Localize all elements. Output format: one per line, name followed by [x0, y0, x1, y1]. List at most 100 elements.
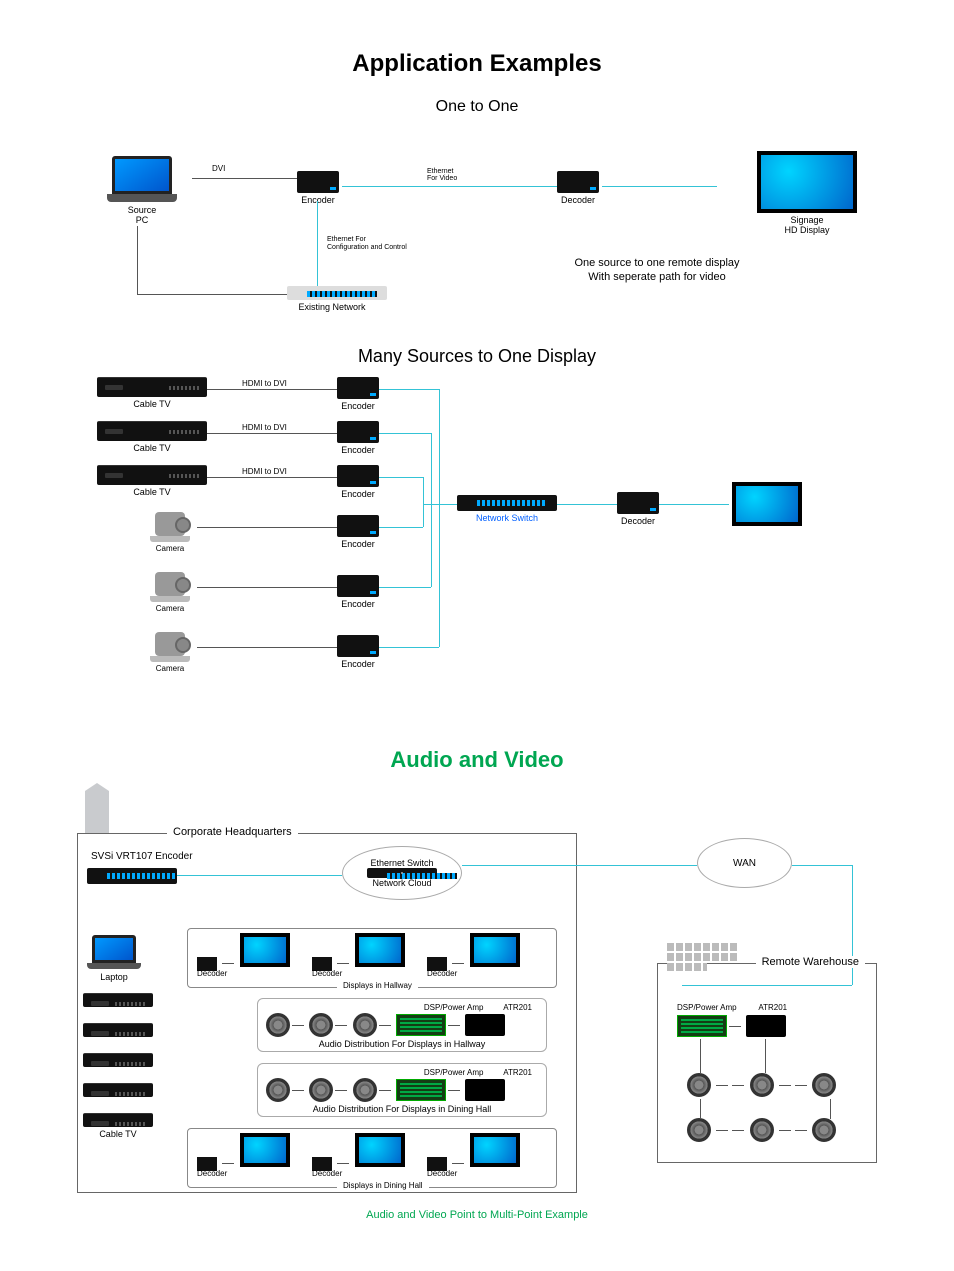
- audio-dining-group: DSP/Power Amp ATR201 Audio Distribution …: [257, 1063, 547, 1117]
- encoder-icon: [337, 465, 379, 487]
- page-title: Application Examples: [40, 50, 914, 78]
- camera-icon: [155, 512, 185, 536]
- diagram-many-to-one: Cable TV HDMI to DVI Encoder Cable TV HD…: [97, 377, 857, 717]
- server-shelf-icon: [667, 953, 737, 961]
- server-shelf-icon: [667, 943, 737, 951]
- cable-tv-label: Cable TV: [97, 399, 207, 409]
- cable-tv-icon: [83, 1083, 153, 1097]
- connector-line: [335, 1025, 347, 1026]
- cable-tv-icon: [97, 377, 207, 397]
- speaker-icon: [309, 1013, 333, 1037]
- decoder-icon: [557, 171, 599, 193]
- hdmi-label-3: HDMI to DVI: [242, 467, 287, 476]
- hdmi-label-2: HDMI to DVI: [242, 423, 287, 432]
- speaker-icon: [812, 1118, 836, 1142]
- hallway-display: [355, 933, 405, 970]
- decoder-device: Decoder: [557, 171, 599, 205]
- atr-icon: [746, 1015, 786, 1037]
- switch-to-decoder-line: [557, 504, 617, 505]
- audio-dining-label: Audio Distribution For Displays in Dinin…: [266, 1104, 538, 1114]
- eth-switch-device: [367, 868, 437, 878]
- dsp-label: DSP/Power Amp: [424, 1068, 484, 1077]
- decoder-label: Decoder: [557, 195, 599, 205]
- display-screen-icon: [240, 1133, 290, 1167]
- hallway-decoder-label-1: Decoder: [197, 969, 227, 978]
- encoder-label: Encoder: [337, 489, 379, 499]
- camera-icon: [155, 572, 185, 596]
- cloud-to-wan-line: [462, 865, 697, 866]
- d3-caption: Audio and Video Point to Multi-Point Exa…: [40, 1209, 914, 1221]
- dining-decoder-label-2: Decoder: [312, 1169, 342, 1178]
- enc6-line: [379, 647, 439, 648]
- audio-hallway-group: DSP/Power Amp ATR201 Audio Distribution …: [257, 998, 547, 1052]
- connector-line: [779, 1130, 791, 1131]
- building-icon: [77, 783, 117, 836]
- connector-line: [795, 1130, 807, 1131]
- audio-top-labels-1: DSP/Power Amp ATR201: [266, 1003, 538, 1012]
- encoder-device-icon: [87, 868, 177, 884]
- bus-to-switch: [423, 504, 457, 505]
- connector-line: [452, 1163, 464, 1164]
- encoder-icon: [337, 515, 379, 537]
- laptop-down-line: [137, 226, 138, 294]
- network-switch-label: Network Switch: [457, 513, 557, 523]
- dining-display: [355, 1133, 405, 1170]
- cable-tv-label: Cable TV: [83, 1129, 153, 1139]
- speaker-icon: [309, 1078, 333, 1102]
- speaker-icon: [266, 1013, 290, 1037]
- d2-subtitle: Many Sources to One Display: [40, 346, 914, 367]
- encoder-label: Encoder: [337, 659, 379, 669]
- speaker-icon: [750, 1118, 774, 1142]
- rw-spk-v1: [700, 1099, 701, 1119]
- dining-decoder-label-1: Decoder: [197, 1169, 227, 1178]
- cable-tv-1: Cable TV: [97, 377, 207, 409]
- display-screen-icon: [355, 933, 405, 967]
- rw-atr-down-line: [765, 1039, 766, 1073]
- rw-dsp-down-line: [700, 1039, 701, 1073]
- enc4-line: [379, 527, 423, 528]
- connector-line: [452, 963, 464, 964]
- enc4-line-v: [423, 504, 424, 527]
- d2-cable-row-2: Cable TV: [97, 421, 207, 453]
- display-screen-icon: [355, 1133, 405, 1167]
- dsp-amp-icon: [396, 1079, 446, 1101]
- encoder-icon: [337, 635, 379, 657]
- audio-hallway-label: Audio Distribution For Displays in Hallw…: [266, 1039, 538, 1049]
- camera-base-icon: [150, 536, 190, 542]
- dsp-amp-icon: [677, 1015, 727, 1037]
- enc1-line: [379, 389, 439, 390]
- encoder-3: Encoder: [337, 465, 379, 499]
- net-cloud-label: Network Cloud: [372, 878, 431, 888]
- connector-line: [795, 1085, 807, 1086]
- eth-switch-label: Ethernet Switch: [370, 858, 433, 868]
- displays-hallway-label: Displays in Hallway: [337, 981, 418, 990]
- hq-label: Corporate Headquarters: [167, 826, 298, 838]
- hallway-decoder-label-2: Decoder: [312, 969, 342, 978]
- connector-line: [222, 963, 234, 964]
- connector-line: [222, 1163, 234, 1164]
- connector-line: [732, 1130, 744, 1131]
- cable-tv-3: Cable TV: [97, 465, 207, 497]
- laptop-screen-icon: [92, 935, 136, 963]
- camera-label: Camera: [147, 664, 193, 673]
- encoder-4: Encoder: [337, 515, 379, 549]
- camera-3: Camera: [147, 632, 193, 673]
- encoder-icon: [337, 421, 379, 443]
- decoder-label: Decoder: [617, 516, 659, 526]
- encoder-to-network-line: [317, 201, 318, 291]
- eth-config-label: Ethernet For Configuration and Control: [327, 236, 407, 251]
- enc3-line-v: [423, 477, 424, 504]
- audio-top-labels-2: DSP/Power Amp ATR201: [266, 1068, 538, 1077]
- svsi-encoder-label: SVSi VRT107 Encoder: [91, 851, 193, 862]
- hdmi-line-2: [207, 433, 337, 434]
- connector-line: [379, 1025, 391, 1026]
- cable-tv-label: Cable TV: [97, 443, 207, 453]
- eth-switch-icon: [367, 868, 437, 878]
- encoder-6: Encoder: [337, 635, 379, 669]
- encoder-icon: [337, 575, 379, 597]
- display-screen-icon: [732, 482, 802, 526]
- speaker-icon: [812, 1073, 836, 1097]
- remote-warehouse-label: Remote Warehouse: [756, 956, 865, 968]
- cable-tv-icon: [97, 421, 207, 441]
- laptop-base-icon: [107, 194, 177, 202]
